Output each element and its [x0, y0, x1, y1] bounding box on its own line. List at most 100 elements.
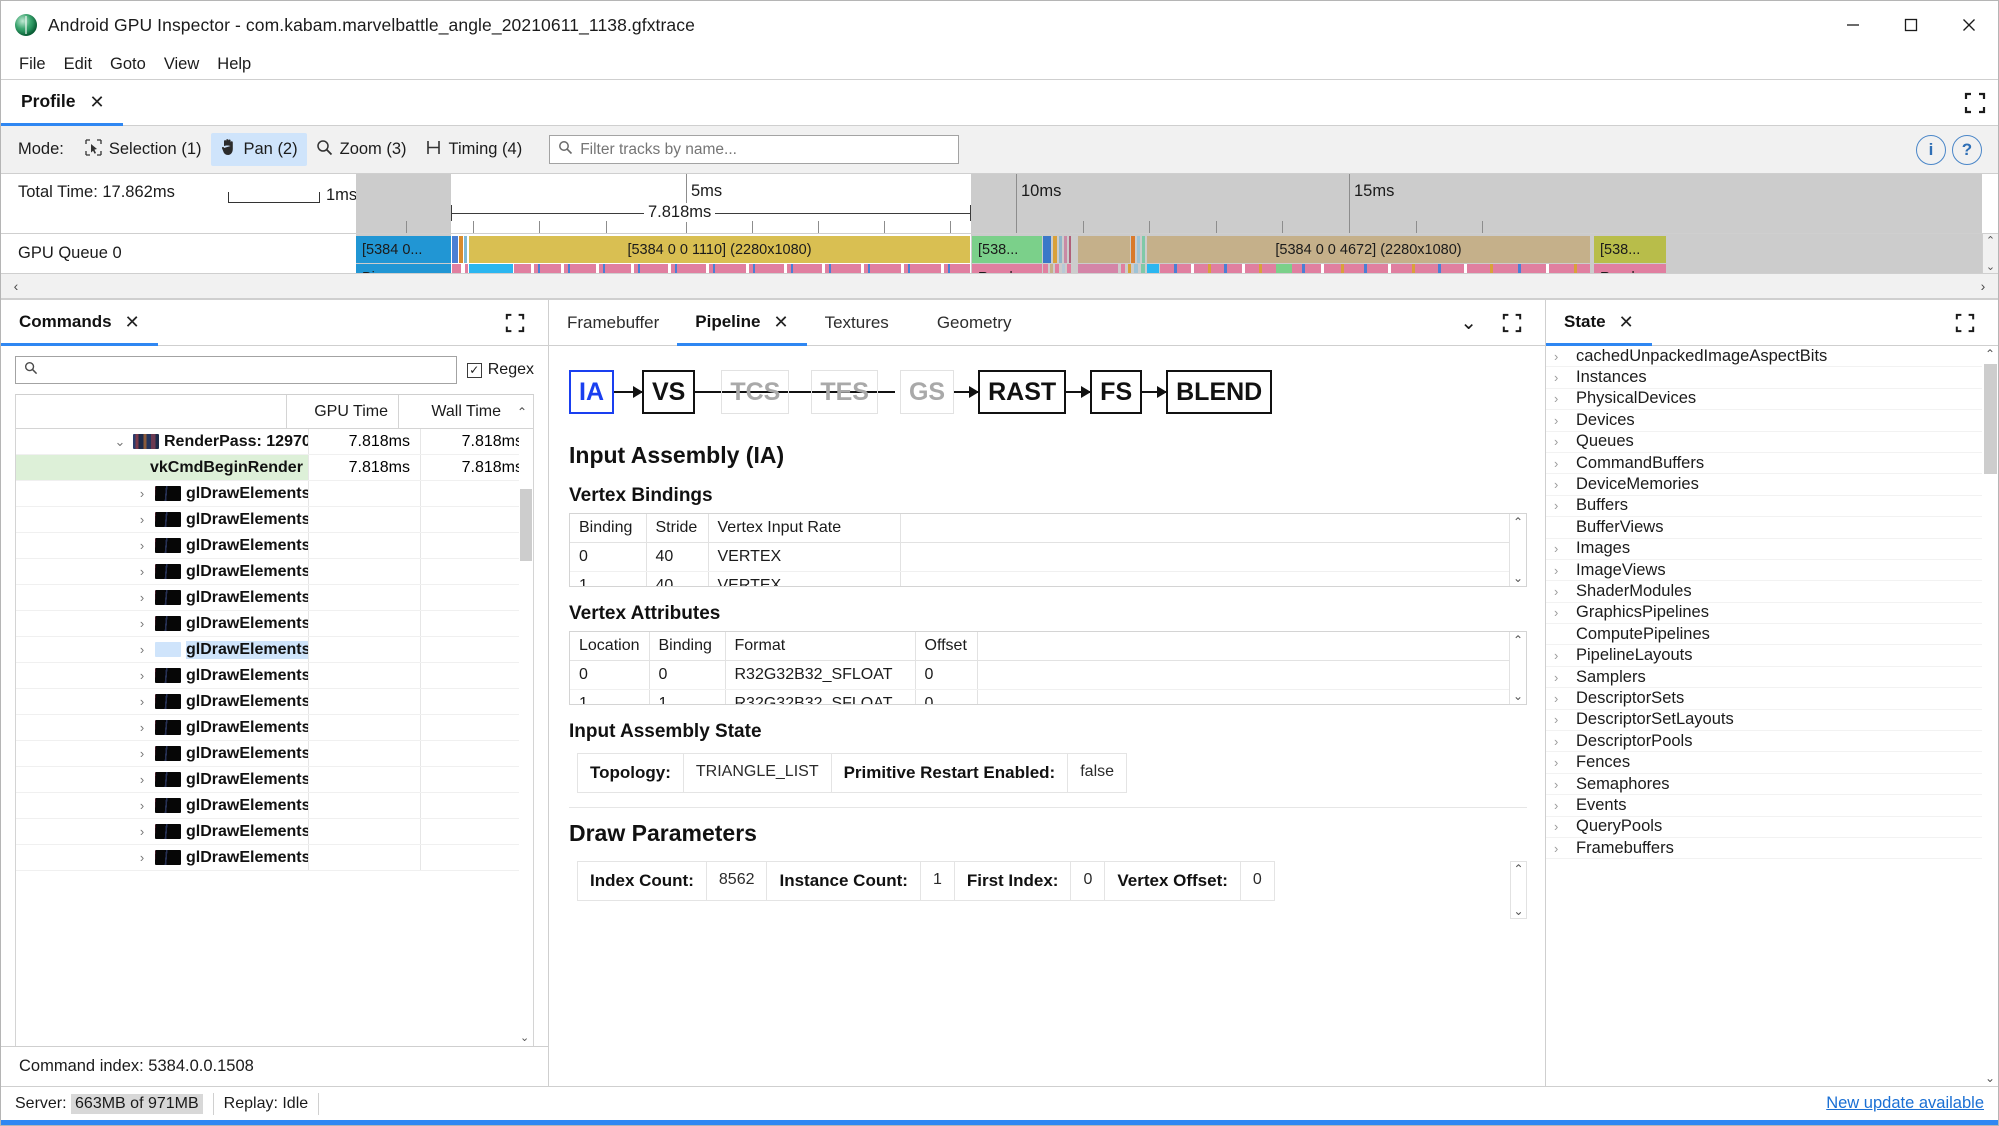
table-row[interactable]: › glDrawElements(co [16, 637, 533, 663]
table-row[interactable]: › glDrawElements(co [16, 819, 533, 845]
chevron-right-icon[interactable]: › [1554, 434, 1576, 449]
table-row[interactable]: › glDrawElements(co [16, 507, 533, 533]
menu-view[interactable]: View [155, 53, 208, 76]
info-button[interactable]: i [1916, 134, 1946, 165]
state-item[interactable]: › DescriptorSets [1546, 688, 1998, 710]
scroll-left-icon[interactable]: ‹ [1, 278, 31, 294]
table-row[interactable]: 1 40 VERTEX [570, 571, 1526, 586]
mode-pan-button[interactable]: Pan (2) [210, 133, 307, 166]
pipeline-stage-gs[interactable]: GS [899, 370, 955, 414]
mode-selection-button[interactable]: Selection (1) [76, 134, 211, 166]
vertex-attributes-table[interactable]: Location Binding Format Offset 0 0 R32G3… [569, 631, 1527, 705]
chevron-right-icon[interactable]: › [1554, 734, 1576, 749]
pipeline-stage-blend[interactable]: BLEND [1166, 370, 1273, 414]
chevron-right-icon[interactable]: › [1554, 777, 1576, 792]
expand-twisty-icon[interactable]: › [134, 850, 150, 865]
pipeline-stage-rast[interactable]: RAST [978, 370, 1067, 414]
expand-twisty-icon[interactable]: › [134, 486, 150, 501]
state-item[interactable]: › Semaphores [1546, 774, 1998, 796]
table-row[interactable]: vkCmdBeginRender 7.818ms 7.818ms [16, 455, 533, 481]
scroll-up-icon[interactable]: ⌃ [1513, 862, 1523, 876]
table-row[interactable]: › glDrawElements(co [16, 533, 533, 559]
timeline-slice[interactable]: [538... [972, 236, 1042, 263]
state-item[interactable]: › QueryPools [1546, 817, 1998, 838]
expand-twisty-icon[interactable]: › [134, 798, 150, 813]
state-item[interactable]: ComputePipelines [1546, 624, 1998, 646]
sort-indicator-icon[interactable]: ⌃ [511, 395, 533, 428]
expand-twisty-icon[interactable]: › [134, 538, 150, 553]
mode-zoom-button[interactable]: Zoom (3) [307, 134, 416, 166]
close-button[interactable] [1940, 1, 1998, 49]
chevron-right-icon[interactable]: › [1554, 391, 1576, 406]
chevron-right-icon[interactable]: › [1554, 605, 1576, 620]
chevron-right-icon[interactable]: › [1554, 370, 1576, 385]
state-item[interactable]: › Fences [1546, 752, 1998, 774]
scrollbar-thumb[interactable] [1984, 364, 1997, 474]
state-item[interactable]: › Framebuffers [1546, 838, 1998, 860]
state-vertical-scrollbar[interactable]: ⌃ ⌄ [1982, 346, 1998, 1086]
maximize-button[interactable] [1882, 1, 1940, 49]
vertex-bindings-scrollbar[interactable]: ⌃ ⌄ [1509, 514, 1526, 586]
menu-help[interactable]: Help [208, 53, 260, 76]
table-row[interactable]: › glDrawElements(co [16, 845, 533, 871]
state-item[interactable]: › Samplers [1546, 667, 1998, 689]
chevron-right-icon[interactable]: › [1554, 798, 1576, 813]
draw-parameters-scrollbar[interactable]: ⌃ ⌄ [1510, 861, 1527, 919]
state-item[interactable]: › DescriptorSetLayouts [1546, 710, 1998, 732]
regex-toggle[interactable]: ✓ Regex [466, 361, 534, 379]
tab-profile[interactable]: Profile ✕ [1, 80, 123, 126]
state-item[interactable]: › ShaderModules [1546, 581, 1998, 603]
state-item[interactable]: › Buffers [1546, 496, 1998, 518]
table-row[interactable]: 1 1 R32G32B32_SFLOAT 0 [570, 689, 1526, 704]
menu-goto[interactable]: Goto [101, 53, 155, 76]
expand-icon[interactable] [1489, 313, 1535, 333]
chevron-right-icon[interactable]: › [1554, 648, 1576, 663]
timeline-subslice[interactable]: Binn... [356, 264, 451, 273]
expand-twisty-icon[interactable]: › [134, 668, 150, 683]
tab-geometry[interactable]: Geometry [907, 300, 1030, 345]
column-header-wall-time[interactable]: Wall Time [399, 395, 511, 428]
state-item[interactable]: › DescriptorPools [1546, 731, 1998, 753]
timeline-slice[interactable]: [5384 0 0 4672] (2280x1080) [1147, 236, 1590, 263]
chevron-right-icon[interactable]: › [1554, 691, 1576, 706]
table-row[interactable]: ⌄ RenderPass: 12970367 7.818ms 7.818ms [16, 429, 533, 455]
pipeline-stage-fs[interactable]: FS [1090, 370, 1143, 414]
expand-twisty-icon[interactable]: › [134, 694, 150, 709]
chevron-right-icon[interactable]: › [1554, 819, 1576, 834]
table-row[interactable]: 0 40 VERTEX [570, 542, 1526, 572]
timeline-ruler[interactable]: Total Time: 17.862ms 1ms 5ms 10ms 15ms 7… [1, 174, 1998, 234]
state-item[interactable]: › cachedUnpackedImageAspectBits [1546, 346, 1998, 368]
expand-twisty-icon[interactable]: › [134, 642, 150, 657]
pipeline-stage-tes[interactable]: TES [811, 370, 878, 414]
scroll-up-icon[interactable]: ⌃ [1986, 234, 1995, 247]
commands-search-input[interactable] [45, 361, 448, 379]
timeline-horizontal-scrollbar[interactable]: ‹ › [1, 273, 1998, 299]
table-row[interactable]: › glDrawElements(co [16, 481, 533, 507]
table-row[interactable]: › glDrawElements(co [16, 767, 533, 793]
expand-twisty-icon[interactable]: › [134, 564, 150, 579]
menu-edit[interactable]: Edit [55, 53, 101, 76]
chevron-right-icon[interactable]: › [1554, 456, 1576, 471]
gpu-queue-track-canvas[interactable]: [5384 0... [5384 0 0 1110] (2280x1080) [… [356, 234, 1998, 273]
chevron-right-icon[interactable]: › [1554, 477, 1576, 492]
table-row[interactable]: 0 0 R32G32B32_SFLOAT 0 [570, 660, 1526, 690]
chevron-right-icon[interactable]: › [1554, 712, 1576, 727]
scroll-up-icon[interactable]: ⌃ [1982, 346, 1998, 362]
close-icon[interactable]: ✕ [773, 313, 788, 331]
state-item[interactable]: › CommandBuffers [1546, 453, 1998, 475]
track-vertical-scrollbar[interactable]: ⌃ ⌄ [1982, 234, 1998, 273]
state-item[interactable]: › PhysicalDevices [1546, 389, 1998, 411]
table-row[interactable]: › glDrawElements(co [16, 741, 533, 767]
tab-textures[interactable]: Textures [807, 300, 907, 345]
help-button[interactable]: ? [1952, 134, 1982, 165]
state-item[interactable]: BufferViews [1546, 517, 1998, 539]
expand-icon[interactable] [492, 313, 538, 333]
table-row[interactable]: › glDrawElements(co [16, 793, 533, 819]
new-update-link[interactable]: New update available [1826, 1094, 1984, 1113]
chevron-down-icon[interactable]: ⌄ [1452, 310, 1485, 335]
commands-vertical-scrollbar[interactable]: ⌄ [519, 429, 533, 1046]
expand-twisty-icon[interactable]: › [134, 720, 150, 735]
timeline-slice[interactable]: [5384 0 0 1110] (2280x1080) [469, 236, 970, 263]
state-item[interactable]: › Images [1546, 539, 1998, 560]
expand-twisty-icon[interactable]: › [134, 512, 150, 527]
